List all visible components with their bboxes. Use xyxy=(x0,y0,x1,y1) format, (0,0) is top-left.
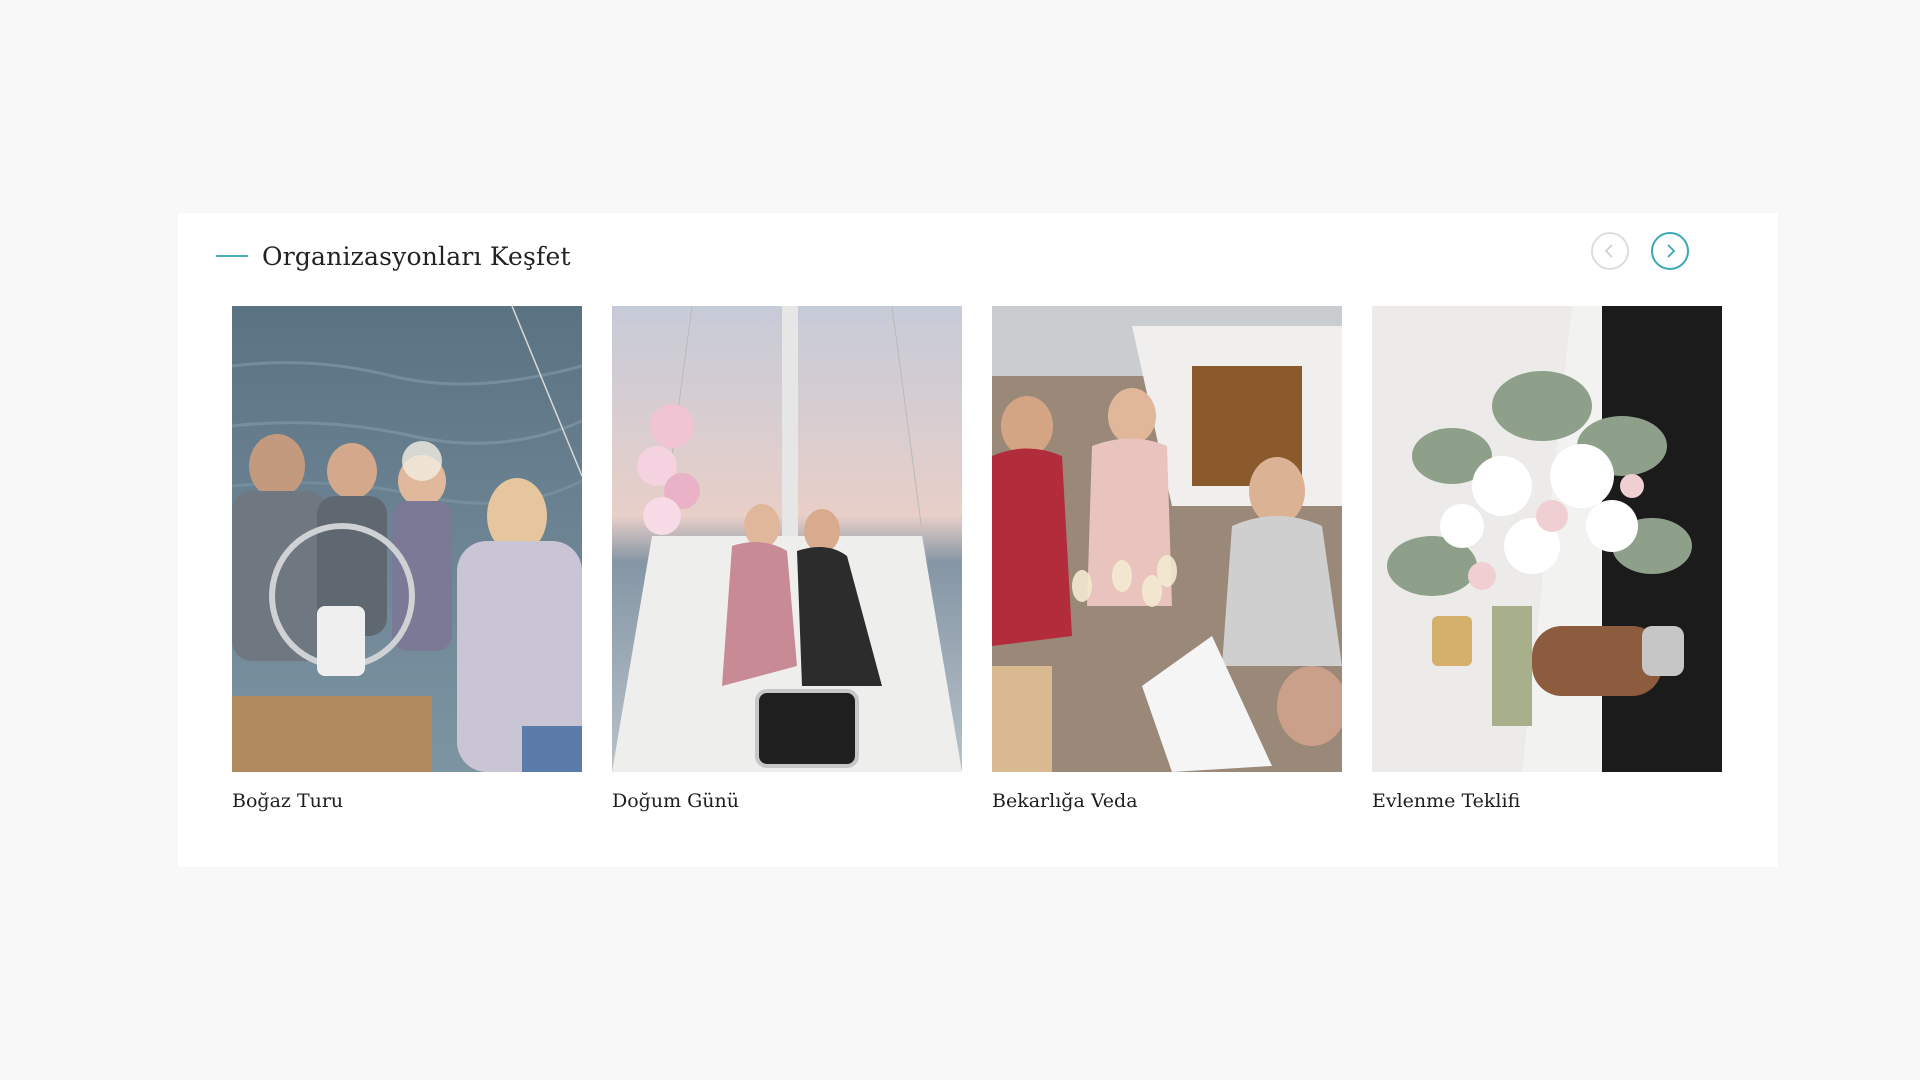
family-sailing-photo xyxy=(232,306,582,772)
organization-card-evlenme-teklifi[interactable]: Evlenme Teklifi xyxy=(1372,306,1722,812)
organization-card-bekarliga-veda[interactable]: Bekarlığa Veda xyxy=(992,306,1342,812)
organizations-carousel: Boğaz Turu Doğum Günü Bekarlığa Veda Evl… xyxy=(232,306,1732,826)
birthday-on-yacht-photo xyxy=(612,306,962,772)
card-label: Evlenme Teklifi xyxy=(1372,790,1521,812)
organizations-panel: Organizasyonları Keşfet Boğaz Turu Doğum… xyxy=(178,213,1778,867)
card-label: Doğum Günü xyxy=(612,790,740,812)
flower-bouquet-photo xyxy=(1372,306,1722,772)
card-label: Boğaz Turu xyxy=(232,790,344,812)
section-title: Organizasyonları Keşfet xyxy=(262,241,571,271)
section-header: Organizasyonları Keşfet xyxy=(216,233,571,279)
card-label: Bekarlığa Veda xyxy=(992,790,1138,812)
carousel-prev-button[interactable] xyxy=(1591,232,1629,270)
header-accent-line xyxy=(216,255,248,257)
organization-card-dogum-gunu[interactable]: Doğum Günü xyxy=(612,306,962,812)
chevron-left-icon xyxy=(1604,244,1613,258)
carousel-next-button[interactable] xyxy=(1651,232,1689,270)
chevron-right-icon xyxy=(1667,244,1676,258)
bachelorette-toast-photo xyxy=(992,306,1342,772)
organization-card-bogaz-turu[interactable]: Boğaz Turu xyxy=(232,306,582,812)
